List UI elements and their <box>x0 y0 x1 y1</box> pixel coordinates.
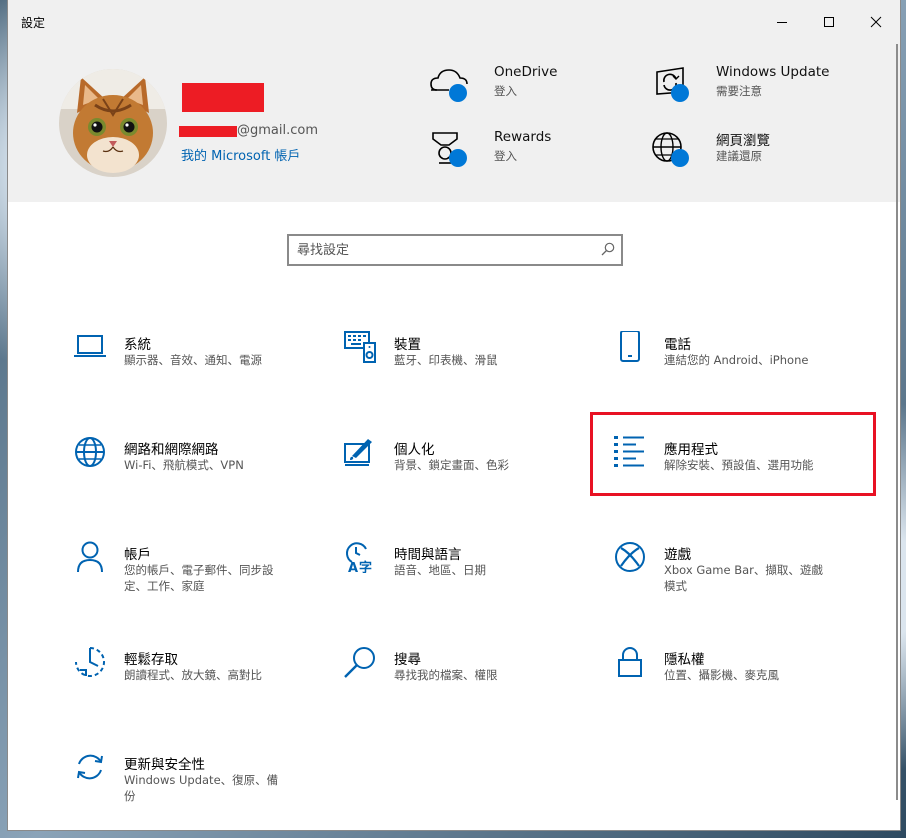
phone-icon <box>620 331 640 362</box>
settings-window: 設定 @gmail.com 我的 Microsoft 帳戶 OneDrive 登… <box>8 0 900 830</box>
time-language-icon: A 字 <box>346 542 372 573</box>
category-subtitle: 藍牙、印表機、滑鼠 <box>394 353 498 367</box>
category-title: 隱私權 <box>664 652 705 668</box>
category-subtitle: 連結您的 Android、iPhone <box>664 353 809 367</box>
laptop-icon <box>74 335 106 357</box>
titlebar: 設定 <box>8 0 900 44</box>
category-subtitle: Windows Update、復原、備份 <box>124 773 279 803</box>
category-title: 裝置 <box>394 337 421 353</box>
category-ease-of-access[interactable]: 輕鬆存取 朗讀程式、放大鏡、高對比 <box>74 646 314 706</box>
redacted-email <box>179 126 237 137</box>
category-title: 更新與安全性 <box>124 757 205 773</box>
avatar[interactable] <box>59 69 167 177</box>
quick-link-subtitle: 需要注意 <box>716 84 762 98</box>
category-time-language[interactable]: A 字 時間與語言 語音、地區、日期 <box>344 541 584 601</box>
category-subtitle: 您的帳戶、電子郵件、同步設定、工作、家庭 <box>124 563 274 593</box>
search-box[interactable] <box>287 234 623 266</box>
category-subtitle: Xbox Game Bar、擷取、遊戲模式 <box>664 563 823 593</box>
web-browsing-icon <box>652 132 689 167</box>
category-subtitle: 朗讀程式、放大鏡、高對比 <box>124 668 262 682</box>
quick-link-onedrive[interactable]: OneDrive 登入 <box>429 64 629 108</box>
category-subtitle: Wi-Fi、飛航模式、VPN <box>124 458 244 472</box>
rewards-icon <box>432 132 467 167</box>
quick-link-subtitle: 登入 <box>494 149 517 163</box>
category-title: 遊戲 <box>664 547 691 563</box>
category-title: 電話 <box>664 337 691 353</box>
devices-icon <box>344 331 376 363</box>
category-network[interactable]: 網路和網際網路 Wi-Fi、飛航模式、VPN <box>74 436 314 496</box>
windows-update-icon <box>656 67 689 102</box>
quick-link-title: OneDrive <box>494 64 558 80</box>
category-title: 網路和網際網路 <box>124 442 219 458</box>
quick-link-title: Rewards <box>494 129 552 145</box>
category-subtitle: 語音、地區、日期 <box>394 563 486 577</box>
svg-text:字: 字 <box>359 560 372 573</box>
quick-link-rewards[interactable]: Rewards 登入 <box>429 129 629 173</box>
category-update-security[interactable]: 更新與安全性 Windows Update、復原、備份 <box>74 751 314 811</box>
microsoft-account-link[interactable]: 我的 Microsoft 帳戶 <box>181 145 300 164</box>
minimize-icon <box>777 22 787 23</box>
category-system[interactable]: 系統 顯示器、音效、通知、電源 <box>74 331 314 391</box>
category-accounts[interactable]: 帳戶 您的帳戶、電子郵件、同步設定、工作、家庭 <box>74 541 314 601</box>
category-subtitle: 背景、鎖定畫面、色彩 <box>394 458 509 472</box>
scrollbar[interactable] <box>896 44 898 800</box>
quick-link-web-browsing[interactable]: 網頁瀏覽 建議還原 <box>651 129 851 173</box>
category-privacy[interactable]: 隱私權 位置、攝影機、麥克風 <box>614 646 854 706</box>
onedrive-icon <box>430 69 468 102</box>
redacted-name <box>182 83 264 112</box>
globe-icon <box>75 437 105 467</box>
category-title: 個人化 <box>394 442 435 458</box>
category-phone[interactable]: 電話 連結您的 Android、iPhone <box>614 331 854 391</box>
category-title: 帳戶 <box>124 547 151 563</box>
category-title: 系統 <box>124 337 151 353</box>
quick-link-title: Windows Update <box>716 64 830 80</box>
lock-icon <box>618 647 642 677</box>
minimize-button[interactable] <box>759 0 805 44</box>
category-subtitle: 尋找我的檔案、權限 <box>394 668 498 682</box>
search-input[interactable] <box>297 240 587 260</box>
personalization-icon <box>344 439 372 466</box>
quick-link-windows-update[interactable]: Windows Update 需要注意 <box>651 64 851 108</box>
maximize-icon <box>824 17 834 27</box>
category-subtitle: 位置、攝影機、麥克風 <box>664 668 779 682</box>
quick-link-subtitle: 建議還原 <box>716 149 762 163</box>
maximize-button[interactable] <box>806 0 852 44</box>
category-search[interactable]: 搜尋 尋找我的檔案、權限 <box>344 646 584 706</box>
ease-of-access-icon <box>75 647 105 677</box>
quick-link-title: 網頁瀏覽 <box>716 133 770 149</box>
category-title: 輕鬆存取 <box>124 652 178 668</box>
category-gaming[interactable]: 遊戲 Xbox Game Bar、擷取、遊戲模式 <box>614 541 854 601</box>
search-icon[interactable] <box>601 242 615 256</box>
close-icon <box>870 16 882 28</box>
window-title: 設定 <box>21 16 46 30</box>
svg-text:A: A <box>348 561 358 573</box>
highlight-box <box>590 412 876 496</box>
sync-icon <box>77 754 103 780</box>
category-title: 搜尋 <box>394 652 421 668</box>
xbox-icon <box>615 542 645 572</box>
email-suffix: @gmail.com <box>237 123 319 138</box>
category-title: 時間與語言 <box>394 547 462 563</box>
search-icon <box>344 647 375 678</box>
quick-link-subtitle: 登入 <box>494 84 517 98</box>
category-personalization[interactable]: 個人化 背景、鎖定畫面、色彩 <box>344 436 584 496</box>
category-devices[interactable]: 裝置 藍牙、印表機、滑鼠 <box>344 331 584 391</box>
close-button[interactable] <box>853 0 899 44</box>
category-subtitle: 顯示器、音效、通知、電源 <box>124 353 262 367</box>
person-icon <box>77 541 103 573</box>
